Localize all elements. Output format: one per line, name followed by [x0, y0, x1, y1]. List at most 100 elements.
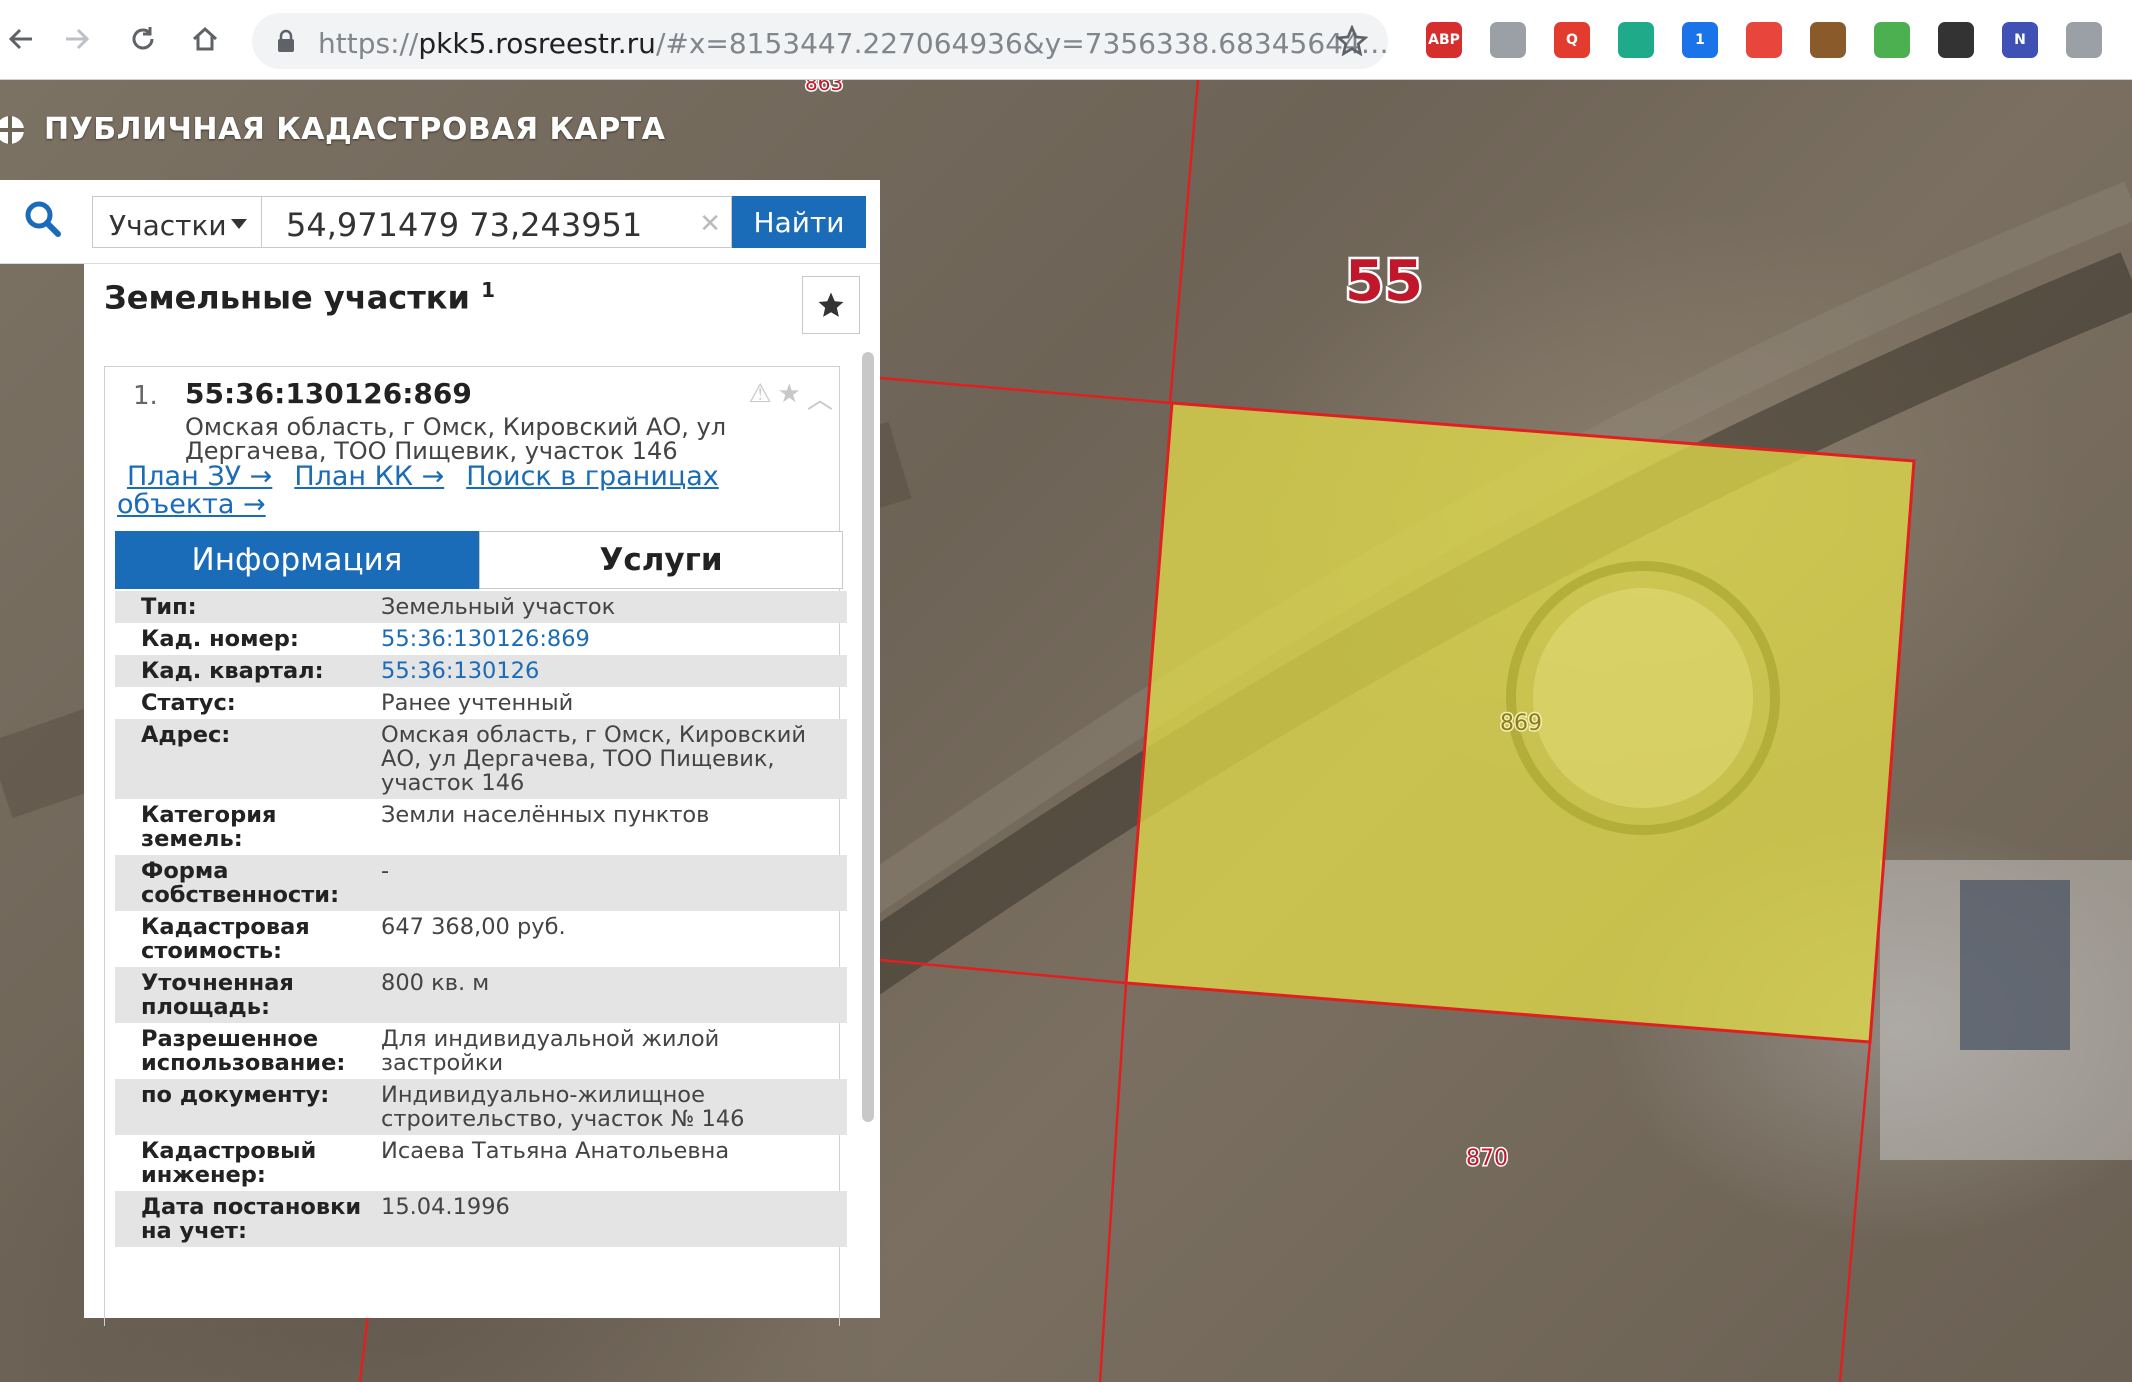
property-row: Уточненная площадь: 800 кв. м — [115, 967, 847, 1023]
forward-button[interactable] — [56, 18, 98, 60]
caret-down-icon — [231, 219, 247, 229]
card-address: Омская область, г Омск, Кировский АО, ул… — [185, 415, 745, 463]
search-input[interactable] — [284, 205, 668, 245]
parcel-label-south[interactable]: 870 — [1465, 1145, 1510, 1173]
results-count: 1 — [481, 278, 495, 302]
property-row: по документу: Индивидуально-жилищное стро… — [115, 1079, 847, 1135]
star-icon — [818, 292, 844, 317]
download-ext-icon[interactable] — [2066, 22, 2102, 58]
search-type-select[interactable]: Участки — [92, 196, 262, 248]
properties-table: Тип: Земельный участок Кад. номер: 55:36:13… — [115, 591, 847, 1247]
url-text: https://pkk5.rosreestr.ru/#x=8153447.227… — [318, 27, 1389, 60]
find-button[interactable]: Найти — [732, 196, 866, 248]
search-within-link-cont[interactable]: объекта → — [117, 489, 266, 520]
property-value: 15.04.1996 — [381, 1194, 510, 1220]
property-row: Тип: Земельный участок — [115, 591, 847, 623]
property-key: Категория земель: — [141, 802, 277, 852]
avatar-ext-icon[interactable] — [1874, 22, 1910, 58]
region-label: 55 — [1345, 249, 1423, 314]
back-arrow-icon — [8, 28, 32, 50]
tab-info[interactable]: Информация — [115, 531, 479, 589]
app-logo-icon — [0, 116, 24, 144]
lock-icon — [278, 29, 294, 52]
location-ext-icon[interactable] — [1618, 22, 1654, 58]
app-title: ПУБЛИЧНАЯ КАДАСТРОВАЯ КАРТА — [44, 112, 666, 147]
address-bar[interactable]: https://pkk5.rosreestr.ru/#x=8153447.227… — [252, 13, 1389, 69]
home-icon — [192, 26, 218, 51]
parcel-label-north[interactable]: 863 — [804, 80, 845, 97]
results-title-text: Земельные участки — [104, 278, 470, 317]
card-tabs: Информация Услуги — [115, 531, 847, 589]
forward-arrow-icon — [66, 28, 90, 50]
back-button[interactable] — [0, 18, 42, 60]
chevron-up-icon[interactable]: ︿ — [807, 379, 833, 416]
results-title: Земельные участки 1 — [104, 278, 495, 317]
favorites-button[interactable] — [802, 276, 860, 334]
property-row: Кадастровая стоимость: 647 368,00 руб. — [115, 911, 847, 967]
property-value: Омская область, г Омск, Кировский АО, ул… — [381, 722, 807, 796]
reload-icon — [132, 27, 154, 50]
property-row: Адрес: Омская область, г Омск, Кировский … — [115, 719, 847, 799]
property-row: Форма собственности: - — [115, 855, 847, 911]
search-icon[interactable] — [22, 198, 62, 238]
browser-toolbar: https://pkk5.rosreestr.ru/#x=8153447.227… — [0, 0, 2132, 80]
clear-icon[interactable]: ✕ — [699, 209, 721, 239]
search-type-value: Участки — [109, 209, 227, 242]
property-value: Индивидуально-жилищное строительство, уч… — [381, 1082, 745, 1132]
property-value[interactable]: 55:36:130126 — [381, 659, 821, 683]
property-row: Категория земель: Земли населённых пункто… — [115, 799, 847, 855]
plan-kk-link[interactable]: План КК → — [294, 461, 444, 492]
property-key: Форма собственности: — [141, 858, 340, 908]
search-within-link[interactable]: Поиск в границах — [466, 461, 719, 492]
results-scrollbar[interactable] — [862, 352, 874, 1122]
search-ext-icon[interactable]: Q — [1554, 22, 1590, 58]
property-key: Дата постановки на учет: — [141, 1194, 362, 1244]
search-input-wrap: ✕ — [262, 196, 732, 248]
property-value: Исаева Татьяна Анатольевна — [381, 1138, 730, 1164]
binoculars-ext-icon[interactable] — [1938, 22, 1974, 58]
drop-ext-icon[interactable]: 1 — [1682, 22, 1718, 58]
warning-icon[interactable]: ⚠ — [748, 379, 771, 416]
adblock-icon[interactable]: ABP — [1426, 22, 1462, 58]
parcel-label-selected[interactable]: 869 — [1499, 710, 1544, 738]
property-key: Кадастровая стоимость: — [141, 914, 310, 964]
tab-services[interactable]: Услуги — [479, 531, 843, 589]
card-cad-id: 55:36:130126:869 — [185, 377, 472, 410]
bookmark-star-icon[interactable] — [1336, 25, 1368, 57]
property-row: Кад. номер: 55:36:130126:869 — [115, 623, 847, 655]
search-bar: Участки ✕ Найти — [0, 180, 880, 264]
property-value: Ранее учтенный — [381, 690, 574, 716]
url-scheme: https:// — [318, 27, 419, 60]
property-key: Тип: — [141, 594, 197, 620]
property-key: Разрешенное использование: — [141, 1026, 346, 1076]
property-key: Адрес: — [141, 722, 231, 748]
reload-button[interactable] — [122, 18, 164, 60]
card-index: 1. — [133, 381, 158, 411]
card-address-line-1: Омская область, г Омск, Кировский АО, ул — [185, 413, 727, 441]
star-outline-icon[interactable]: ★ — [778, 379, 801, 416]
plan-zu-link[interactable]: План ЗУ → — [127, 461, 272, 492]
property-row: Кадастровый инженер: Исаева Татьяна Анато… — [115, 1135, 847, 1191]
parcel-card: 1. 55:36:130126:869 Омская область, г Ом… — [104, 366, 847, 1326]
n-ext-icon[interactable]: N — [2002, 22, 2038, 58]
property-value: Для индивидуальной жилой застройки — [381, 1026, 720, 1076]
globe-icon[interactable] — [1490, 22, 1526, 58]
property-key: Статус: — [141, 690, 236, 716]
home-button[interactable] — [184, 18, 226, 60]
property-key: по документу: — [141, 1082, 330, 1108]
url-path: /#x=8153447.227064936&y=7356338.68345644… — [655, 27, 1389, 60]
property-key: Кадастровый инженер: — [141, 1138, 317, 1188]
property-key: Кад. квартал: — [141, 658, 324, 684]
property-value[interactable]: 55:36:130126:869 — [381, 627, 821, 651]
property-row: Статус: Ранее учтенный — [115, 687, 847, 719]
property-row: Кад. квартал: 55:36:130126 — [115, 655, 847, 687]
property-row: Дата постановки на учет: 15.04.1996 — [115, 1191, 847, 1247]
property-value: Земельный участок — [381, 594, 616, 620]
property-value: - — [381, 858, 390, 884]
property-value: 647 368,00 руб. — [381, 914, 566, 940]
card-address-line-2: Дергачева, ТОО Пищевик, участок 146 — [185, 437, 678, 465]
hat-ext-icon[interactable] — [1810, 22, 1846, 58]
property-value: 800 кв. м — [381, 970, 490, 996]
card-tools: ⚠ ★ ︿ — [748, 379, 833, 416]
target-ext-icon[interactable] — [1746, 22, 1782, 58]
